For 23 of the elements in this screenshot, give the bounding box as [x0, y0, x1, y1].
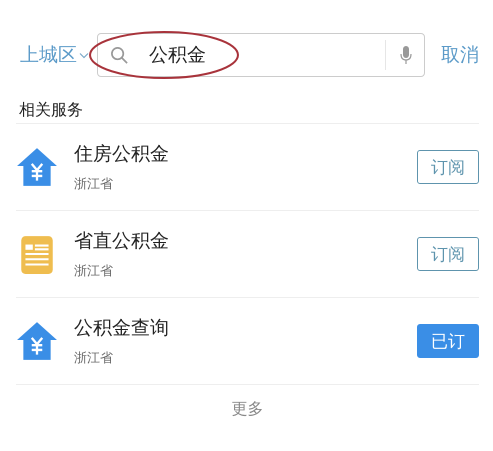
section-title: 相关服务 [18, 99, 84, 119]
service-region: 浙江省 [74, 350, 114, 367]
search-icon [110, 46, 129, 64]
service-region: 浙江省 [74, 263, 114, 280]
microphone-icon[interactable] [400, 45, 412, 65]
subscribe-button[interactable]: 订阅 [417, 150, 479, 184]
service-item[interactable]: 公积金查询 浙江省 已订 [16, 297, 479, 384]
service-region: 浙江省 [74, 176, 114, 193]
service-title: 省直公积金 [74, 229, 170, 254]
search-input[interactable]: 公积金 [149, 44, 385, 66]
service-title: 住房公积金 [74, 142, 170, 167]
service-item[interactable]: 省直公积金 浙江省 订阅 [16, 210, 479, 297]
caret-icon [79, 52, 89, 58]
service-item[interactable]: 住房公积金 浙江省 订阅 [16, 123, 479, 210]
location-selector[interactable]: 上城区 [20, 42, 89, 68]
cancel-button[interactable]: 取消 [441, 42, 479, 68]
service-title: 公积金查询 [74, 316, 170, 341]
subscribe-button[interactable]: 订阅 [417, 237, 479, 271]
subscribe-button[interactable]: 已订 [417, 324, 479, 358]
more-link[interactable]: 更多 [16, 384, 479, 420]
search-field[interactable]: 公积金 [97, 33, 425, 77]
house-icon [16, 320, 58, 362]
house-icon [16, 146, 58, 188]
